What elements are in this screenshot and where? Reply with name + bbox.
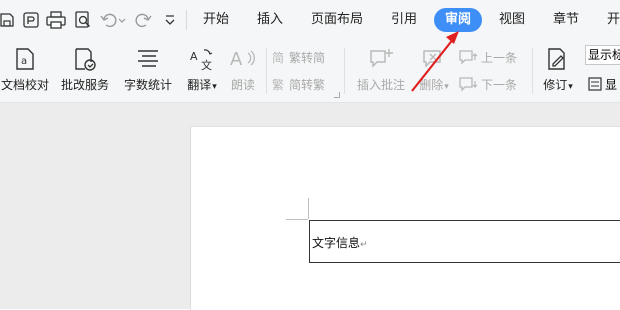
translate-icon: A文: [189, 46, 215, 72]
trad-to-simp-label: 繁转简: [289, 50, 326, 65]
ribbon-divider: [266, 48, 267, 94]
translate-label: 翻译: [187, 78, 212, 92]
translate-button[interactable]: A文 翻译▾: [182, 42, 222, 100]
title-toolbar: 开始 插入 页面布局 引用 审阅 视图 章节 开: [0, 0, 620, 42]
svg-text:a: a: [21, 56, 27, 67]
next-comment-button[interactable]: 下一条: [458, 74, 517, 94]
ribbon-divider: [532, 48, 533, 94]
word-count-button[interactable]: 字数统计: [120, 42, 176, 100]
delete-label: 删除: [419, 78, 444, 92]
tab-home[interactable]: 开始: [203, 8, 229, 32]
next-comment-icon: [458, 76, 478, 92]
toolbar-divider: [186, 10, 187, 30]
svg-text:简: 简: [272, 51, 284, 64]
track-changes-button[interactable]: 修订▾: [537, 42, 579, 100]
word-count-icon: [136, 46, 160, 72]
save-icon[interactable]: [0, 9, 14, 31]
tab-review[interactable]: 审阅: [434, 8, 483, 32]
insert-comment-label: 插入批注: [356, 78, 405, 92]
ribbon-divider: [344, 48, 345, 94]
tab-page-layout[interactable]: 页面布局: [311, 8, 363, 32]
track-changes-label: 修订: [543, 78, 568, 92]
review-ribbon: a 文档校对 批改服务 字数统计 A文 翻译▾ A 朗读 简 繁转简 繁 简转繁: [0, 42, 620, 103]
undo-icon[interactable]: [100, 9, 126, 31]
doc-check-button[interactable]: a 文档校对: [0, 42, 52, 100]
dialog-launcher-icon[interactable]: [334, 92, 340, 98]
export-pdf-icon[interactable]: [22, 9, 40, 31]
simp-to-trad-label: 简转繁: [289, 77, 326, 92]
tab-view[interactable]: 视图: [499, 8, 525, 32]
simp-to-trad-button[interactable]: 繁 简转繁: [272, 74, 325, 94]
tab-insert[interactable]: 插入: [257, 8, 283, 32]
tab-references[interactable]: 引用: [391, 8, 417, 32]
word-count-label: 字数统计: [123, 78, 172, 92]
svg-text:A: A: [190, 50, 198, 63]
read-aloud-icon: A: [229, 46, 257, 72]
prev-comment-icon: [458, 49, 478, 65]
prev-comment-button[interactable]: 上一条: [458, 47, 517, 67]
revise-service-button[interactable]: 批改服务: [57, 42, 113, 100]
print-preview-icon[interactable]: [74, 9, 92, 31]
prev-comment-label: 上一条: [481, 50, 518, 65]
simp-trad-icon: 繁: [272, 77, 286, 91]
margin-corner-mark: [308, 198, 309, 219]
insert-comment-icon: [368, 46, 394, 72]
show-option-button[interactable]: 显: [588, 74, 617, 94]
show-option-label: 显: [605, 77, 618, 92]
read-aloud-button[interactable]: A 朗读: [226, 42, 260, 100]
show-markup-dropdown[interactable]: 显示标: [585, 45, 620, 65]
print-icon[interactable]: [46, 9, 66, 31]
document-page[interactable]: [190, 126, 620, 310]
revise-service-icon: [73, 46, 97, 72]
paragraph-mark-icon: ↵: [360, 240, 368, 250]
display-icon: [588, 77, 602, 91]
doc-check-label: 文档校对: [0, 78, 49, 92]
svg-text:繁: 繁: [272, 77, 284, 91]
body-text: 文字信息: [312, 236, 361, 250]
delete-comment-button[interactable]: 删除▾: [414, 42, 454, 100]
document-text[interactable]: 文字信息↵: [312, 234, 368, 251]
redo-icon[interactable]: [134, 9, 152, 31]
trad-simp-icon: 简: [272, 50, 286, 64]
chevron-down-icon: ▾: [444, 82, 449, 92]
next-comment-label: 下一条: [481, 77, 518, 92]
trad-to-simp-button[interactable]: 简 繁转简: [272, 47, 325, 67]
revise-service-label: 批改服务: [60, 78, 109, 92]
delete-comment-icon: [421, 46, 447, 72]
tab-chapter[interactable]: 章节: [553, 8, 579, 32]
track-changes-icon: [546, 46, 570, 72]
svg-text:文: 文: [201, 58, 212, 71]
doc-check-icon: a: [14, 46, 36, 72]
chevron-down-icon: ▾: [212, 82, 217, 92]
show-markup-label: 显示标: [588, 48, 620, 62]
customize-toolbar-icon[interactable]: [164, 9, 176, 31]
insert-comment-button[interactable]: 插入批注: [352, 42, 410, 100]
tab-more[interactable]: 开: [607, 8, 620, 32]
svg-text:A: A: [230, 49, 243, 70]
chevron-down-icon: ▾: [568, 82, 573, 92]
margin-corner-mark: [286, 219, 308, 220]
read-aloud-label: 朗读: [230, 78, 255, 92]
